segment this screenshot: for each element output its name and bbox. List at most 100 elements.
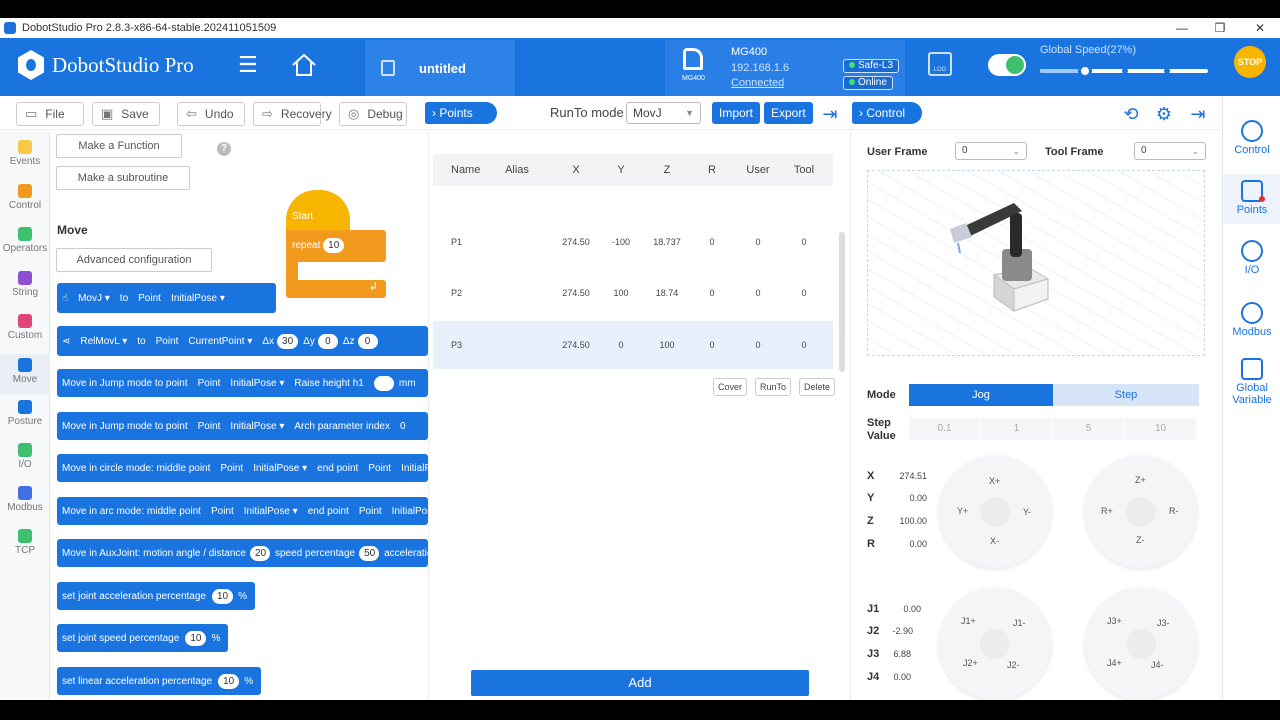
step-option[interactable]: 1	[981, 418, 1053, 440]
table-row[interactable]: P1 274.50 -100 18.737 0 0 0	[433, 218, 833, 266]
jump-move-block[interactable]: Move in Jump mode to point Point Initial…	[57, 369, 428, 397]
start-block[interactable]: Start	[286, 190, 350, 230]
value-pill[interactable]: 10	[218, 673, 240, 689]
circle-move-block[interactable]: Move in circle mode: middle point Point …	[57, 454, 428, 482]
collapse-panel-icon[interactable]: ⇥	[1187, 103, 1209, 125]
relmovl-block[interactable]: ⋖ RelMovL ▾ to Point CurrentPoint ▾ Δx 3…	[57, 326, 428, 356]
block-text[interactable]: RelMovL ▾	[80, 336, 127, 347]
rail-item-modbus[interactable]: Modbus	[1223, 302, 1280, 338]
home-icon[interactable]	[291, 53, 317, 77]
menu-icon[interactable]: ☰	[238, 54, 258, 76]
make-function-button[interactable]: Make a Function	[56, 134, 182, 158]
jog-j1-minus-button[interactable]: J1-	[1013, 618, 1026, 628]
nav-item-string[interactable]: String	[0, 271, 50, 298]
block-text[interactable]: InitialPose ▾	[171, 293, 225, 304]
undo-button[interactable]: ⇦ Undo	[177, 102, 245, 126]
rail-item-io[interactable]: I/O	[1223, 240, 1280, 276]
nav-item-operators[interactable]: Operators	[0, 227, 50, 254]
repeat-count[interactable]: 10	[323, 238, 345, 253]
block-text[interactable]: 0	[400, 421, 406, 432]
jog-j3-plus-button[interactable]: J3+	[1107, 616, 1122, 626]
points-scrollbar[interactable]	[839, 232, 845, 372]
recovery-button[interactable]: ⇨ Recovery	[253, 102, 332, 126]
value-pill[interactable]	[373, 375, 394, 391]
jog-r-minus-button[interactable]: R-	[1169, 506, 1179, 516]
mode-step-tab[interactable]: Step	[1053, 384, 1199, 406]
nav-item-posture[interactable]: Posture	[0, 400, 50, 427]
gear-icon[interactable]: ⚙	[1153, 103, 1175, 125]
jog-x-minus-button[interactable]: X-	[990, 536, 999, 546]
add-point-button[interactable]: Add	[471, 670, 809, 696]
export-button[interactable]: Export	[764, 102, 813, 124]
camera-rotate-icon[interactable]: ⟲	[1120, 103, 1142, 125]
block-text[interactable]: InitialPose	[401, 463, 428, 474]
table-row[interactable]: P2 274.50 100 18.74 0 0 0	[433, 269, 833, 317]
speed-slider-handle[interactable]	[1078, 64, 1093, 78]
make-subroutine-button[interactable]: Make a subroutine	[56, 166, 190, 190]
robot-status-panel[interactable]: MG400 MG400 192.168.1.6 Connected Safe-L…	[665, 40, 905, 96]
nav-item-custom[interactable]: Custom	[0, 314, 50, 341]
arc-move-block[interactable]: Move in arc mode: middle point Point Ini…	[57, 497, 428, 525]
rail-item-global-variable[interactable]: Global Variable	[1223, 358, 1280, 406]
linear-acceleration-block[interactable]: set linear acceleration percentage 10 %	[57, 667, 261, 695]
joint-acceleration-block[interactable]: set joint acceleration percentage 10 %	[57, 582, 255, 610]
import-button[interactable]: Import	[712, 102, 761, 124]
jog-r-plus-button[interactable]: R+	[1101, 506, 1113, 516]
table-row-selected[interactable]: P3 274.50 0 100 0 0 0	[433, 321, 833, 369]
block-text[interactable]: InitialPose	[392, 506, 428, 517]
save-button[interactable]: ▣ Save	[92, 102, 160, 126]
jog-x-plus-button[interactable]: X+	[989, 476, 1000, 486]
log-icon[interactable]: LOG	[928, 52, 952, 76]
maximize-button[interactable]: ❐	[1200, 18, 1240, 38]
block-text[interactable]: InitialPose ▾	[244, 506, 298, 517]
jog-j1-plus-button[interactable]: J1+	[961, 616, 976, 626]
runto-button[interactable]: RunTo	[755, 378, 792, 396]
auxjoint-block[interactable]: Move in AuxJoint: motion angle / distanc…	[57, 539, 428, 567]
value-pill[interactable]: 10	[211, 588, 234, 604]
file-tab[interactable]: untitled	[365, 40, 515, 96]
sidebar-toggle-icon[interactable]: ⇥	[819, 103, 841, 125]
value-pill[interactable]: 0	[317, 333, 338, 349]
cover-button[interactable]: Cover	[713, 378, 748, 396]
rail-item-control[interactable]: Control	[1223, 120, 1280, 156]
robot-3d-viewport[interactable]	[867, 170, 1205, 356]
value-pill[interactable]: 50	[359, 545, 380, 561]
jog-j4-minus-button[interactable]: J4-	[1151, 660, 1164, 670]
global-speed-slider[interactable]	[1040, 64, 1208, 78]
value-pill[interactable]: 30	[277, 333, 299, 349]
block-text[interactable]: InitialPose ▾	[230, 421, 284, 432]
points-button[interactable]: › Points	[425, 102, 497, 124]
connection-status[interactable]: Connected	[731, 77, 784, 89]
block-text[interactable]: InitialPose ▾	[230, 378, 284, 389]
jog-j2-plus-button[interactable]: J2+	[963, 658, 978, 668]
power-toggle[interactable]	[988, 54, 1026, 76]
repeat-block[interactable]: repeat 10	[286, 230, 386, 262]
step-option[interactable]: 0.1	[909, 418, 981, 440]
value-pill[interactable]: 10	[185, 630, 207, 646]
nav-item-modbus[interactable]: Modbus	[0, 486, 50, 513]
jog-z-minus-button[interactable]: Z-	[1136, 535, 1145, 545]
nav-item-events[interactable]: Events	[0, 140, 50, 167]
advanced-configuration-button[interactable]: Advanced configuration	[56, 248, 212, 272]
mode-jog-tab[interactable]: Jog	[909, 384, 1053, 406]
jog-j2-minus-button[interactable]: J2-	[1007, 660, 1020, 670]
nav-item-move[interactable]: Move	[0, 354, 50, 394]
nav-item-io[interactable]: I/O	[0, 443, 50, 470]
runto-mode-select[interactable]: MovJ ▼	[626, 102, 701, 124]
help-icon[interactable]: ?	[217, 142, 231, 156]
block-text[interactable]: CurrentPoint ▾	[188, 336, 252, 347]
user-frame-select[interactable]: 0 ⌄	[955, 142, 1027, 160]
nav-item-control[interactable]: Control	[0, 184, 50, 211]
nav-item-tcp[interactable]: TCP	[0, 529, 50, 556]
block-text[interactable]: MovJ ▾	[78, 293, 110, 304]
jog-z-plus-button[interactable]: Z+	[1135, 475, 1146, 485]
jog-y-minus-button[interactable]: Y-	[1023, 507, 1031, 517]
block-text[interactable]: InitialPose ▾	[253, 463, 307, 474]
jump-arch-block[interactable]: Move in Jump mode to point Point Initial…	[57, 412, 428, 440]
control-button[interactable]: › Control	[852, 102, 922, 124]
step-option[interactable]: 5	[1053, 418, 1125, 440]
joint-speed-block[interactable]: set joint speed percentage 10 %	[57, 624, 228, 652]
jog-y-plus-button[interactable]: Y+	[957, 506, 968, 516]
delete-button[interactable]: Delete	[799, 378, 836, 396]
close-button[interactable]: ✕	[1240, 18, 1280, 38]
